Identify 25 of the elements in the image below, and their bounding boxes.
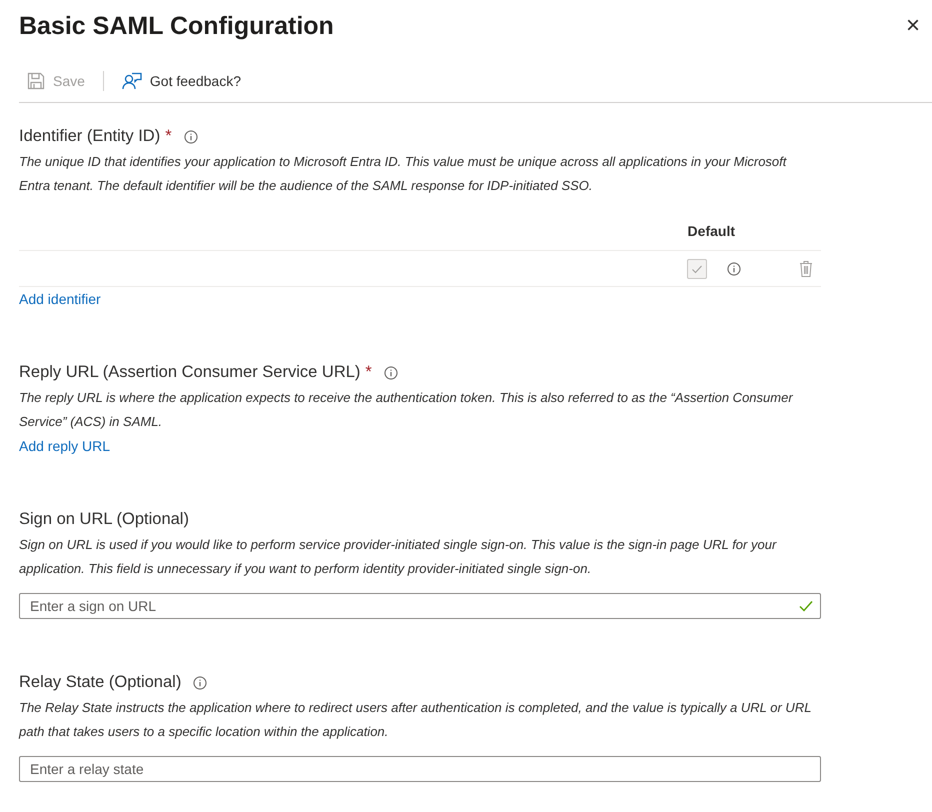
column-header: Default (688, 223, 735, 239)
section-title: Reply URL (Assertion Consumer Service URL) (19, 363, 360, 382)
info-icon[interactable] (727, 262, 741, 276)
section-description: The reply URL is where the application expects to receive the authentication token. This is also referred to as the “Assertion Consumer Service” (ACS) in SAML. (19, 389, 794, 431)
section-title: Identifier (Entity ID) (19, 127, 160, 146)
section-description: Sign on URL is used if you would like to perform service provider-initiated single sign-on. This value is the sign-in page URL for your application. This field is unnecessary if you want to perform identity provider-initiated single sign-on. (19, 536, 778, 578)
section-description: The Relay State instructs the application where to redirect users after authentication is completed, and the value is typically a URL or URL path that takes users to a specific location within the application. (19, 699, 812, 741)
feedback-button[interactable]: Got feedback? (114, 68, 249, 94)
add-link[interactable]: Add identifier (19, 291, 101, 307)
panel-title: Basic SAML Configuration (19, 12, 334, 40)
info-icon[interactable] (184, 130, 198, 144)
required-asterisk: * (165, 127, 172, 146)
section-title: Relay State (Optional) (19, 673, 182, 692)
url-input-field[interactable]: Enter a relay state (19, 756, 821, 782)
close-button[interactable]: × (900, 14, 926, 38)
url-input-field[interactable]: Enter a sign on URL (19, 593, 821, 619)
trash-icon[interactable] (799, 260, 813, 278)
required-asterisk: * (365, 363, 372, 382)
add-link[interactable]: Add reply URL (19, 438, 110, 454)
section-title: Sign on URL (Optional) (19, 510, 189, 529)
person-speech-icon (122, 72, 142, 90)
section-description: The unique ID that identifies your application to Microsoft Entra ID. This value must be unique across all applications in your Microsoft Entra tenant. The default identifier will be the audience of the SAML response for IDP-initiated SSO. (19, 153, 788, 195)
checkmark-icon (799, 600, 813, 612)
info-icon[interactable] (193, 676, 208, 690)
info-icon[interactable] (384, 366, 398, 380)
